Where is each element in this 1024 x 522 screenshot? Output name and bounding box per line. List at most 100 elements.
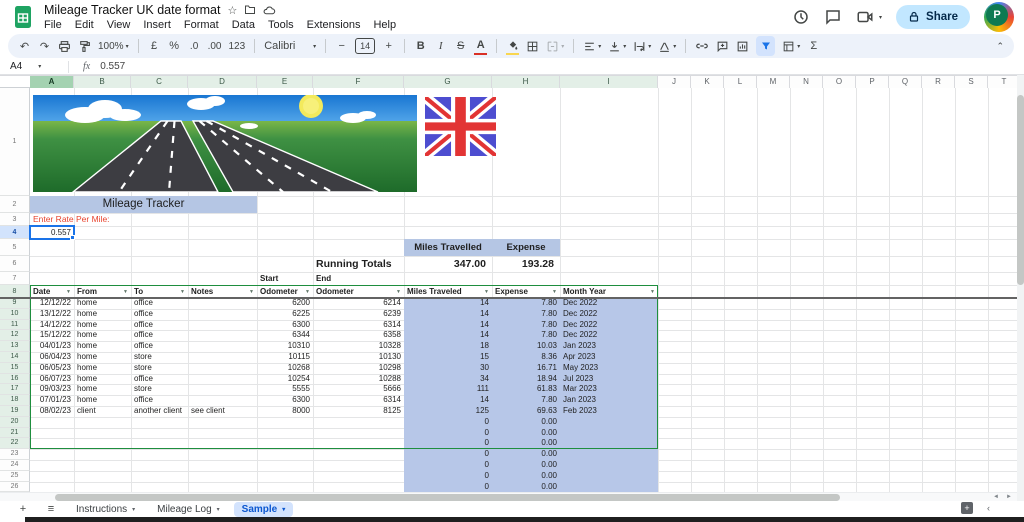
- cell-A18[interactable]: 07/01/23: [30, 395, 74, 406]
- cell-A10[interactable]: 13/12/22: [30, 309, 74, 320]
- cell-B19[interactable]: client: [74, 406, 131, 417]
- tab-instructions[interactable]: Instructions ▾: [68, 502, 143, 517]
- filter-button-icon[interactable]: ▼: [396, 289, 401, 295]
- col-header-D[interactable]: D: [188, 76, 257, 88]
- cell-B14[interactable]: home: [74, 352, 131, 363]
- cell-E13[interactable]: 10310: [257, 341, 313, 352]
- col-header-C[interactable]: C: [131, 76, 188, 88]
- cell-C16[interactable]: office: [131, 374, 188, 385]
- horizontal-align-icon[interactable]: ▾: [583, 38, 601, 54]
- cell-H17[interactable]: 61.83: [492, 384, 560, 395]
- row-header-4[interactable]: 4: [0, 226, 30, 239]
- row-header-12[interactable]: 12: [0, 330, 30, 342]
- row-header-24[interactable]: 24: [0, 460, 30, 471]
- number-format-icon[interactable]: 123: [229, 38, 246, 54]
- insert-chart-icon[interactable]: [736, 38, 749, 54]
- cell-I12[interactable]: Dec 2022: [560, 330, 658, 341]
- col-header-M[interactable]: M: [757, 76, 790, 88]
- cell-I16[interactable]: Jul 2023: [560, 374, 658, 385]
- cell-E14[interactable]: 10115: [257, 352, 313, 363]
- collapse-bottombar-icon[interactable]: ‹: [987, 503, 990, 513]
- cell-G11[interactable]: 14: [404, 320, 492, 331]
- text-wrap-icon[interactable]: ▾: [633, 38, 651, 54]
- format-percent-icon[interactable]: %: [168, 38, 181, 54]
- cell-A11[interactable]: 14/12/22: [30, 320, 74, 331]
- cell-C9[interactable]: office: [131, 298, 188, 309]
- cell-C19[interactable]: another client: [131, 406, 188, 417]
- cell-A15[interactable]: 06/05/23: [30, 363, 74, 374]
- row-header-2[interactable]: 2: [0, 196, 30, 213]
- filter-button-icon[interactable]: ▼: [552, 289, 557, 295]
- print-icon[interactable]: [58, 38, 71, 54]
- cell-H20[interactable]: 0.00: [492, 417, 560, 428]
- cell-E19[interactable]: 8000: [257, 406, 313, 417]
- cell-G17[interactable]: 111: [404, 384, 492, 395]
- cell-C14[interactable]: store: [131, 352, 188, 363]
- menu-tools[interactable]: Tools: [268, 19, 294, 31]
- cell-F11[interactable]: 6314: [313, 320, 404, 331]
- cell-I9[interactable]: Dec 2022: [560, 298, 658, 309]
- cell-I11[interactable]: Dec 2022: [560, 320, 658, 331]
- cell-H24[interactable]: 0.00: [492, 460, 560, 471]
- cell-E17[interactable]: 5555: [257, 384, 313, 395]
- cell-F17[interactable]: 5666: [313, 384, 404, 395]
- cell-B16[interactable]: home: [74, 374, 131, 385]
- cell-B11[interactable]: home: [74, 320, 131, 331]
- cell-miles-travelled-header[interactable]: Miles Travelled: [404, 239, 492, 256]
- row-header-11[interactable]: 11: [0, 319, 30, 331]
- font-family-select[interactable]: Calibri ▾: [264, 38, 316, 54]
- cell-A16[interactable]: 06/07/23: [30, 374, 74, 385]
- decrease-decimals-icon[interactable]: .0: [188, 38, 201, 54]
- increase-decimals-icon[interactable]: .00: [208, 38, 222, 54]
- cell-H22[interactable]: 0.00: [492, 438, 560, 449]
- scroll-left-icon[interactable]: ◄: [993, 493, 999, 502]
- col-header-F[interactable]: F: [313, 76, 404, 88]
- cell-I10[interactable]: Dec 2022: [560, 309, 658, 320]
- tab-menu-caret-icon[interactable]: ▾: [217, 506, 220, 513]
- cell-G26[interactable]: 0: [404, 482, 492, 493]
- cell-G10[interactable]: 14: [404, 309, 492, 320]
- cell-I17[interactable]: Mar 2023: [560, 384, 658, 395]
- cell-A12[interactable]: 15/12/22: [30, 330, 74, 341]
- col-header-A[interactable]: A: [30, 76, 74, 88]
- decrease-font-size-button[interactable]: −: [335, 38, 348, 54]
- row-header-3[interactable]: 3: [0, 213, 30, 226]
- cell-F10[interactable]: 6239: [313, 309, 404, 320]
- zoom-select[interactable]: 100% ▾: [98, 38, 129, 54]
- cell-A9[interactable]: 12/12/22: [30, 298, 74, 309]
- cell-B10[interactable]: home: [74, 309, 131, 320]
- selection-fill-handle[interactable]: [70, 235, 75, 240]
- row-header-9[interactable]: 9: [0, 298, 30, 309]
- meet-icon[interactable]: ▾: [856, 8, 882, 26]
- name-box[interactable]: A4 ▾: [0, 61, 68, 72]
- document-title[interactable]: Mileage Tracker UK date format: [44, 3, 220, 17]
- cell-F14[interactable]: 10130: [313, 352, 404, 363]
- tab-menu-caret-icon[interactable]: ▾: [282, 506, 285, 513]
- cell-A13[interactable]: 04/01/23: [30, 341, 74, 352]
- cell-I18[interactable]: Jan 2023: [560, 395, 658, 406]
- cell-E9[interactable]: 6200: [257, 298, 313, 309]
- vertical-scroll-thumb[interactable]: [1017, 95, 1024, 285]
- row-header-17[interactable]: 17: [0, 384, 30, 396]
- row-header-19[interactable]: 19: [0, 406, 30, 417]
- cell-C11[interactable]: office: [131, 320, 188, 331]
- col-header-L[interactable]: L: [724, 76, 757, 88]
- row-header-14[interactable]: 14: [0, 352, 30, 363]
- col-header-E[interactable]: E: [257, 76, 313, 88]
- cell-G24[interactable]: 0: [404, 460, 492, 471]
- menu-insert[interactable]: Insert: [143, 19, 171, 31]
- font-size-input[interactable]: 14: [355, 38, 376, 54]
- cell-F19[interactable]: 8125: [313, 406, 404, 417]
- row-header-22[interactable]: 22: [0, 438, 30, 450]
- vertical-scrollbar[interactable]: [1017, 75, 1024, 501]
- cell-E11[interactable]: 6300: [257, 320, 313, 331]
- paint-format-icon[interactable]: [78, 38, 91, 54]
- menu-data[interactable]: Data: [232, 19, 255, 31]
- cell-E15[interactable]: 10268: [257, 363, 313, 374]
- cell-G21[interactable]: 0: [404, 428, 492, 439]
- row-header-18[interactable]: 18: [0, 395, 30, 406]
- explore-icon[interactable]: +: [961, 502, 973, 514]
- row-header-13[interactable]: 13: [0, 341, 30, 352]
- cell-G18[interactable]: 14: [404, 395, 492, 406]
- cell-expense-total[interactable]: 193.28: [492, 256, 560, 272]
